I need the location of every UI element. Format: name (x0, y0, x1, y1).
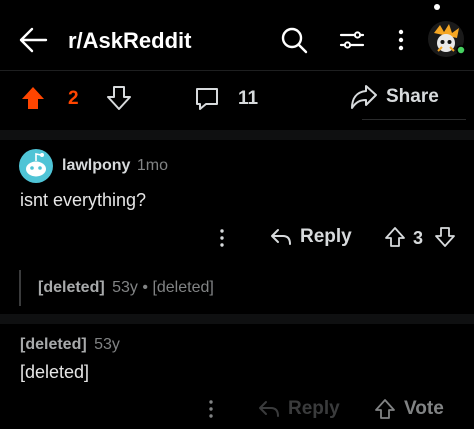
vote-label: Vote (404, 398, 444, 419)
comment-count: 11 (238, 88, 259, 109)
reply-button[interactable]: Reply (270, 226, 352, 248)
comment-more-icon[interactable] (218, 228, 226, 248)
back-arrow-icon[interactable] (18, 26, 48, 54)
more-vertical-icon[interactable] (397, 28, 405, 52)
vote-button[interactable]: Vote (374, 398, 444, 420)
deleted-author: [deleted] (20, 336, 87, 353)
vote-count: 2 (68, 88, 79, 109)
reply-icon (259, 401, 279, 417)
vote-up-icon (375, 399, 395, 419)
collapsed-body: [deleted] (152, 279, 214, 296)
collapsed-separator: • (142, 279, 148, 296)
deleted-reply-label: Reply (288, 398, 340, 419)
deleted-body: [deleted] (20, 362, 90, 382)
avatar[interactable] (426, 19, 470, 59)
status-bar-dot (434, 4, 440, 10)
collapsed-author: [deleted] (38, 279, 105, 296)
deleted-comment-meta: [deleted] 53y (20, 336, 120, 354)
comment-score: 3 (413, 228, 424, 248)
comment-body: isnt everything? (20, 190, 147, 210)
share-button[interactable]: Share (350, 84, 439, 110)
user-avatar[interactable] (18, 148, 54, 184)
subreddit-title[interactable]: r/AskReddit (68, 28, 191, 54)
share-label: Share (386, 86, 439, 107)
search-icon[interactable] (280, 26, 308, 54)
thread-line (19, 270, 21, 306)
comment-upvote-icon[interactable] (384, 226, 406, 248)
comment-downvote-icon[interactable] (434, 226, 456, 248)
comment-icon[interactable] (194, 86, 220, 112)
sort-icon[interactable] (338, 26, 366, 54)
collapsed-age: 53y (112, 279, 138, 296)
comment-age: 1mo (136, 157, 169, 174)
deleted-age: 53y (94, 336, 120, 353)
reply-label: Reply (300, 226, 352, 247)
downvote-icon[interactable] (106, 85, 132, 111)
reply-icon (271, 229, 291, 245)
comment-username[interactable]: lawlpony (62, 157, 130, 174)
share-icon (351, 85, 377, 109)
deleted-more-icon[interactable] (207, 399, 215, 419)
comment-meta: lawlpony 1mo (62, 157, 168, 175)
deleted-reply-button[interactable]: Reply (258, 398, 340, 420)
upvote-icon[interactable] (20, 85, 46, 111)
share-underline (362, 119, 466, 120)
collapsed-reply[interactable]: [deleted] 53y • [deleted] (38, 279, 214, 297)
